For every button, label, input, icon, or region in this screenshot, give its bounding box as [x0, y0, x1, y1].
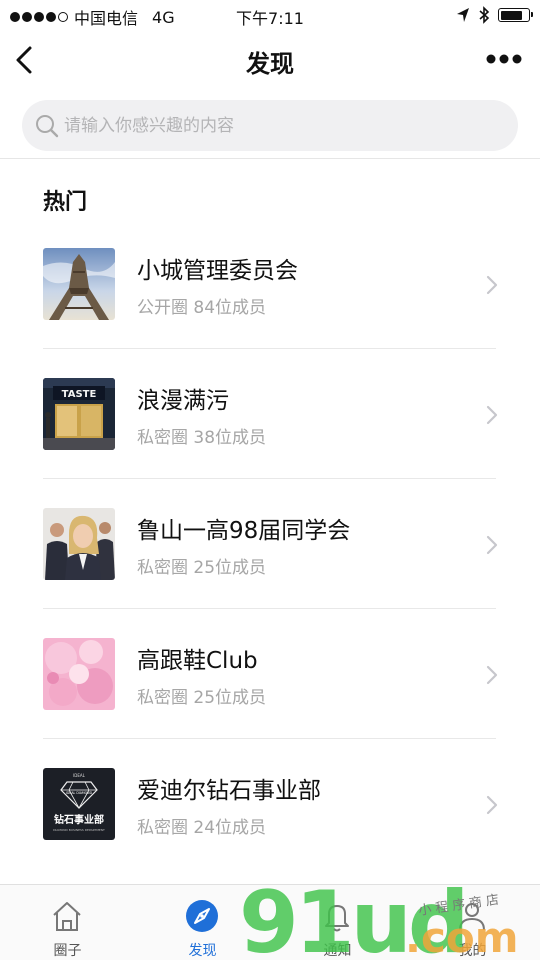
- group-subtitle: 私密圈 25位成员: [137, 688, 267, 708]
- location-arrow-icon: [457, 8, 469, 22]
- group-title: 鲁山一高98届同学会: [137, 518, 351, 544]
- group-item-aidier[interactable]: IDEAL IDEAL DIAMOND 钻石事业部 DIAMOND BUSINE…: [0, 739, 540, 869]
- tab-label: 我的: [458, 943, 487, 959]
- group-item-gaogenxie[interactable]: 高跟鞋Club 私密圈 25位成员: [0, 609, 540, 739]
- chevron-right-icon: [486, 405, 498, 425]
- chevron-right-icon: [486, 275, 498, 295]
- bell-icon: [325, 905, 349, 932]
- tab-label: 通知: [323, 943, 352, 959]
- page-title: 发现: [246, 50, 294, 78]
- logo-ring-text: IDEAL DIAMOND: [66, 791, 93, 795]
- storefront-thumbnail: TASTE: [43, 378, 115, 450]
- group-item-lushan[interactable]: 鲁山一高98届同学会 私密圈 25位成员: [0, 479, 540, 609]
- group-subtitle: 私密圈 38位成员: [137, 428, 267, 448]
- chevron-right-icon: [486, 795, 498, 815]
- search-icon: [36, 115, 59, 138]
- compass-icon: [186, 900, 218, 932]
- group-title: 爱迪尔钻石事业部: [137, 778, 321, 804]
- chevron-right-icon: [486, 535, 498, 555]
- battery-icon: [498, 8, 533, 22]
- navigation-bar: 发现: [0, 30, 540, 90]
- group-item-xiaocheng[interactable]: 小城管理委员会 公开圈 84位成员: [0, 219, 540, 349]
- group-list: 小城管理委员会 公开圈 84位成员 TASTE 浪漫满污 私密圈 38位成员 鲁…: [0, 219, 540, 869]
- eiffel-tower-thumbnail: [43, 248, 115, 320]
- group-title: 高跟鞋Club: [137, 648, 258, 674]
- chevron-right-icon: [486, 665, 498, 685]
- business-people-thumbnail: [43, 508, 115, 580]
- logo-name-text: 钻石事业部: [54, 813, 104, 826]
- diamond-logo-thumbnail: IDEAL IDEAL DIAMOND 钻石事业部 DIAMOND BUSINE…: [43, 768, 115, 840]
- status-bar: 中国电信 4G 下午7:11: [0, 0, 540, 30]
- more-options-icon[interactable]: [486, 52, 522, 66]
- group-title: 小城管理委员会: [137, 258, 298, 284]
- search-input[interactable]: [64, 100, 494, 151]
- tab-faxian[interactable]: 发现: [135, 885, 270, 960]
- tab-quanzi[interactable]: 圈子: [0, 885, 135, 960]
- group-title: 浪漫满污: [137, 388, 229, 414]
- divider: [0, 158, 540, 159]
- bluetooth-icon: [479, 6, 490, 24]
- logo-sub-text: DIAMOND BUSINESS DEPARTMENT: [53, 828, 105, 832]
- search-bar[interactable]: [22, 100, 518, 151]
- pink-dress-thumbnail: [43, 638, 115, 710]
- group-subtitle: 私密圈 25位成员: [137, 558, 267, 578]
- section-title-hot: 热门: [43, 190, 88, 215]
- tab-tongzhi[interactable]: 通知: [270, 885, 405, 960]
- tab-label: 圈子: [53, 943, 82, 959]
- group-subtitle: 私密圈 24位成员: [137, 818, 267, 838]
- logo-top-text: IDEAL: [73, 773, 86, 778]
- home-icon: [53, 902, 81, 931]
- group-subtitle: 公开圈 84位成员: [137, 298, 267, 318]
- status-right: [456, 6, 533, 24]
- tab-label: 发现: [188, 943, 217, 959]
- group-item-langman[interactable]: TASTE 浪漫满污 私密圈 38位成员: [0, 349, 540, 479]
- svg-text:TASTE: TASTE: [62, 389, 97, 400]
